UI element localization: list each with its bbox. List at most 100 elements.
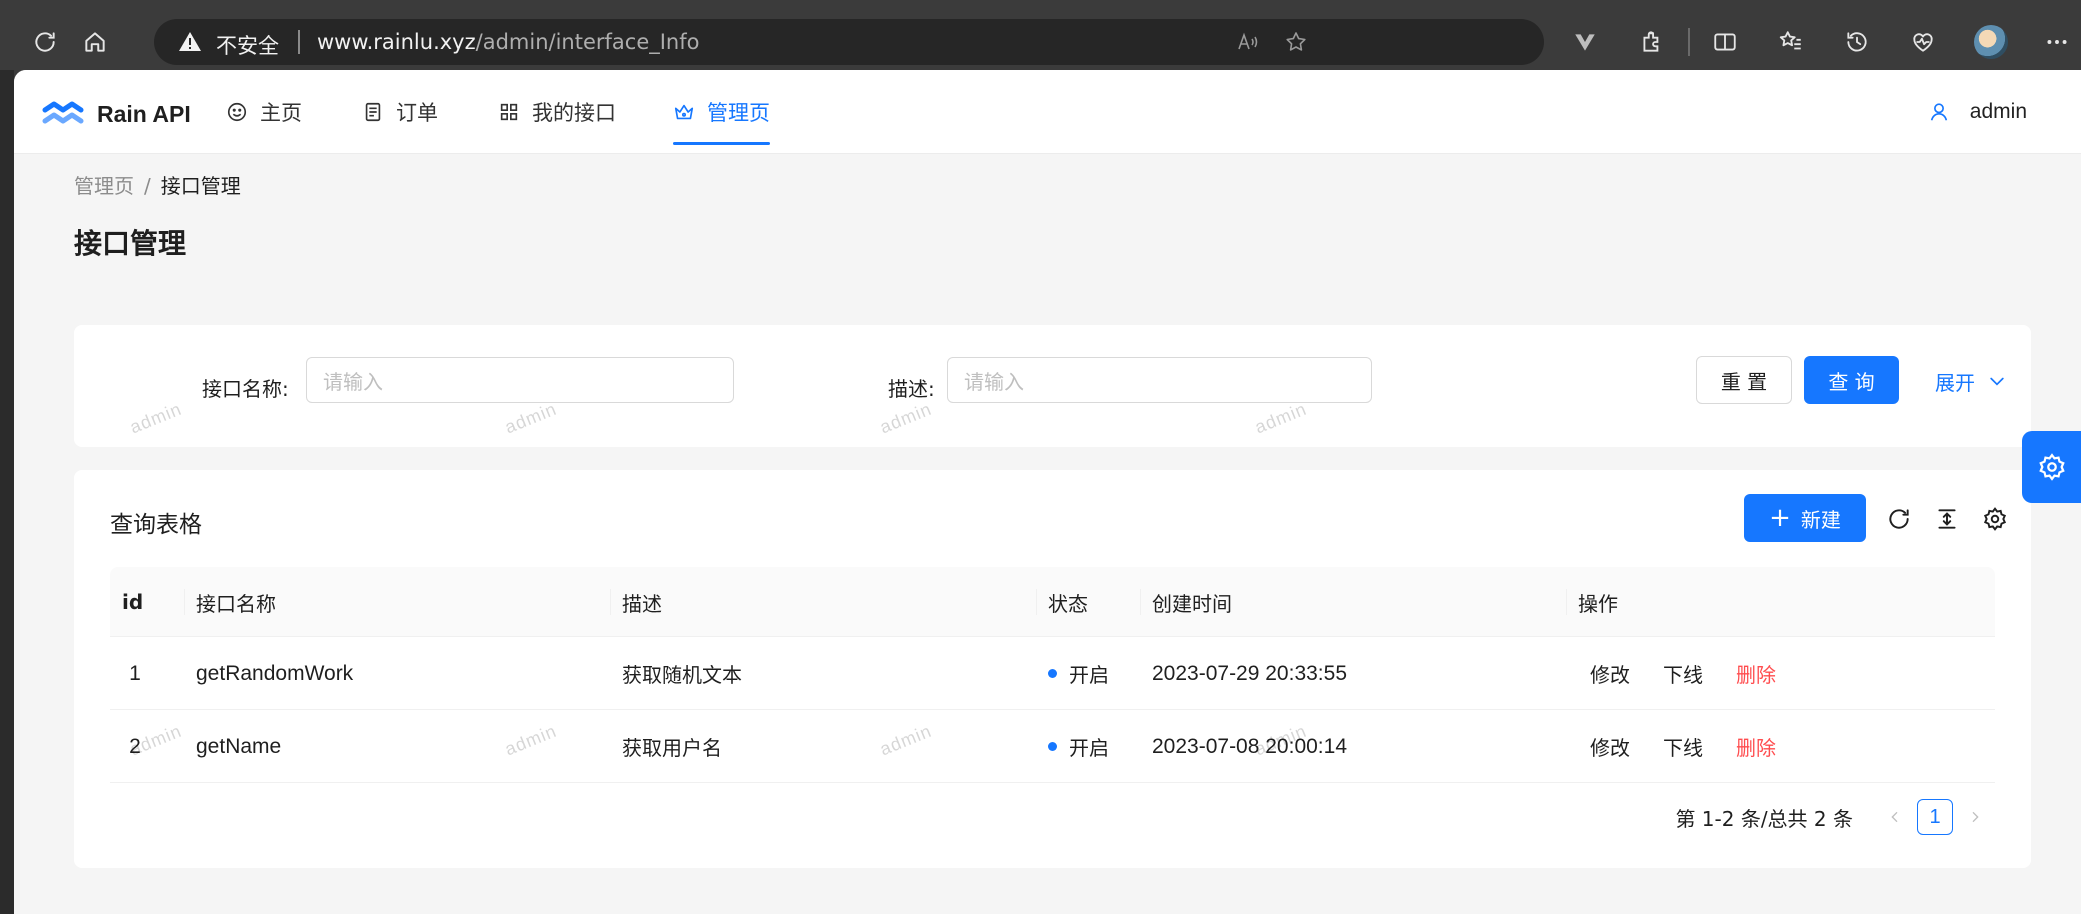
reset-button[interactable]: 重 置 xyxy=(1696,356,1792,404)
cell-status: 开启 xyxy=(1036,710,1109,783)
nav-item-my-interfaces[interactable]: 我的接口 xyxy=(498,70,616,154)
expand-toggle[interactable]: 展开 xyxy=(1935,358,2007,404)
read-aloud-icon[interactable] xyxy=(1236,30,1260,54)
status-text: 开启 xyxy=(1069,736,1109,760)
offline-link[interactable]: 下线 xyxy=(1663,732,1703,761)
cell-name: getRandomWork xyxy=(196,661,354,685)
breadcrumb-parent[interactable]: 管理页 xyxy=(74,174,134,198)
prev-page-icon[interactable] xyxy=(1877,799,1913,835)
avatar-image xyxy=(1974,25,2008,59)
column-settings-icon[interactable] xyxy=(1982,506,2008,532)
column-header-label: 描述 xyxy=(622,591,662,616)
cell-actions: 修改 下线 删除 xyxy=(1578,710,1809,783)
home-icon[interactable] xyxy=(72,19,118,65)
user-menu[interactable]: admin xyxy=(1928,70,2027,154)
column-header-actions[interactable]: 操作 xyxy=(1566,567,1618,637)
address-bar[interactable]: 不安全 www.rainlu.xyz/admin/interface_Info xyxy=(154,19,1544,65)
cell-desc: 获取随机文本 xyxy=(622,663,742,687)
pagination-total: 第 1-2 条/总共 2 条 xyxy=(1675,806,1853,831)
smile-icon xyxy=(226,101,248,123)
desc-field-label: 描述: xyxy=(888,377,935,401)
name-search-input[interactable]: 请输入 xyxy=(306,357,734,403)
edit-link[interactable]: 修改 xyxy=(1590,659,1630,688)
username: admin xyxy=(1969,100,2027,123)
url-text[interactable]: www.rainlu.xyz/admin/interface_Info xyxy=(317,30,699,54)
search-form: 接口名称: 请输入 描述: 请输入 重 置 查 询 展开 xyxy=(74,325,2031,447)
column-header-created[interactable]: 创建时间 xyxy=(1140,567,1232,637)
browser-toolbar: 不安全 www.rainlu.xyz/admin/interface_Info xyxy=(0,0,2081,70)
url-path: /admin/interface_Info xyxy=(475,30,700,54)
split-screen-icon[interactable] xyxy=(1702,19,1748,65)
column-header-name[interactable]: 接口名称 xyxy=(184,567,276,637)
column-header-label: 操作 xyxy=(1578,591,1618,616)
status-dot xyxy=(1048,742,1057,751)
nav-label: 我的接口 xyxy=(532,101,616,125)
favorite-star-icon[interactable] xyxy=(1284,30,1308,54)
offline-link[interactable]: 下线 xyxy=(1663,659,1703,688)
extensions-puzzle-icon[interactable] xyxy=(1629,19,1675,65)
page-number-current[interactable]: 1 xyxy=(1917,799,1953,835)
column-divider xyxy=(1140,589,1141,615)
document-icon xyxy=(362,101,384,123)
edit-link[interactable]: 修改 xyxy=(1590,732,1630,761)
name-placeholder: 请输入 xyxy=(323,369,383,394)
breadcrumb-separator: / xyxy=(144,174,151,198)
refresh-icon[interactable] xyxy=(22,19,68,65)
logo[interactable]: Rain API xyxy=(42,96,191,132)
column-divider xyxy=(184,589,185,615)
desc-search-input[interactable]: 请输入 xyxy=(947,357,1372,403)
nav-item-admin[interactable]: 管理页 xyxy=(673,70,770,154)
new-button[interactable]: + 新建 xyxy=(1744,494,1866,542)
reload-icon[interactable] xyxy=(1886,506,1912,532)
column-header-label: 创建时间 xyxy=(1152,591,1232,616)
settings-drawer-button[interactable] xyxy=(2022,431,2081,503)
cell-created: 2023-07-29 20:33:55 xyxy=(1152,661,1347,685)
warning-icon xyxy=(178,30,202,54)
top-navigation: Rain API 主页 订单 我的接口 管理页 admin xyxy=(14,70,2081,154)
column-header-id[interactable]: id xyxy=(110,567,143,637)
more-menu-icon[interactable] xyxy=(2034,19,2080,65)
table-title: 查询表格 xyxy=(110,512,202,538)
brand-name: Rain API xyxy=(97,100,191,127)
new-button-label: 新建 xyxy=(1800,507,1841,532)
toolbar-divider xyxy=(1688,28,1690,56)
browser-essentials-icon[interactable] xyxy=(1900,19,1946,65)
cell-actions: 修改 下线 删除 xyxy=(1578,637,1809,710)
name-field-label: 接口名称: xyxy=(202,377,289,401)
delete-link[interactable]: 删除 xyxy=(1736,732,1776,761)
cell-created: 2023-07-08 20:00:14 xyxy=(1152,734,1347,758)
next-page-icon[interactable] xyxy=(1957,799,1993,835)
settings-gear-icon xyxy=(2037,452,2067,482)
plus-icon: + xyxy=(1769,503,1791,533)
density-icon[interactable] xyxy=(1934,506,1960,532)
extension-v-icon[interactable] xyxy=(1562,19,1608,65)
column-divider xyxy=(1036,589,1037,615)
cell-status: 开启 xyxy=(1036,637,1109,710)
user-icon xyxy=(1928,101,1950,123)
logo-icon xyxy=(42,96,84,132)
cell-id: 1 xyxy=(129,661,141,685)
app-window: Rain API 主页 订单 我的接口 管理页 admin 管理页 / 接口管理… xyxy=(14,70,2081,914)
pagination: 第 1-2 条/总共 2 条 1 xyxy=(1675,798,1993,836)
nav-label: 订单 xyxy=(396,101,438,125)
page-title: 接口管理 xyxy=(74,227,187,260)
status-dot xyxy=(1048,669,1057,678)
delete-link[interactable]: 删除 xyxy=(1736,659,1776,688)
favorites-list-icon[interactable] xyxy=(1768,19,1814,65)
grid-icon xyxy=(498,101,520,123)
address-divider xyxy=(298,30,300,54)
nav-item-home[interactable]: 主页 xyxy=(226,70,302,154)
column-header-desc[interactable]: 描述 xyxy=(610,567,662,637)
nav-label: 管理页 xyxy=(707,101,770,125)
table-header: id 接口名称 描述 状态 创建时间 操作 xyxy=(110,567,1995,637)
nav-item-orders[interactable]: 订单 xyxy=(362,70,438,154)
insecure-label[interactable]: 不安全 xyxy=(216,30,279,60)
query-button[interactable]: 查 询 xyxy=(1804,356,1899,404)
history-icon[interactable] xyxy=(1834,19,1880,65)
column-header-label: 状态 xyxy=(1048,591,1088,616)
status-text: 开启 xyxy=(1069,663,1109,687)
column-header-status[interactable]: 状态 xyxy=(1036,567,1088,637)
breadcrumb-current: 接口管理 xyxy=(160,174,241,198)
profile-avatar[interactable] xyxy=(1968,19,2014,65)
column-divider xyxy=(610,589,611,615)
